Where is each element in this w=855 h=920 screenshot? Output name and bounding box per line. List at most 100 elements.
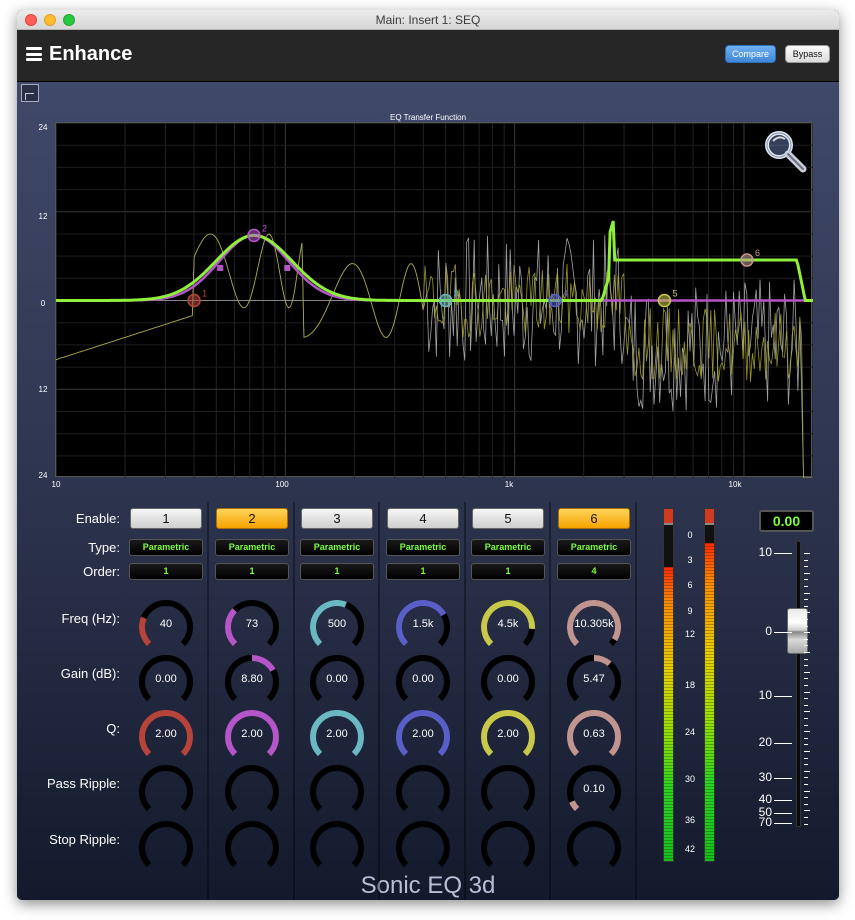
fader-tick (804, 711, 810, 713)
fader-tick (804, 817, 808, 818)
band-6-node[interactable] (740, 253, 754, 267)
band-1-q-value: 2.00 (155, 728, 177, 740)
band-6-gain-knob[interactable]: 5.47 (565, 655, 623, 705)
band-6-order-selector[interactable]: 4 (557, 563, 631, 580)
gain-row-label: Gain (dB): (60, 666, 120, 681)
band-2-gain-knob[interactable]: 8.80 (223, 655, 281, 705)
band-4-node[interactable] (548, 293, 562, 308)
band-2-freq-value: 73 (245, 618, 259, 630)
band-3-freq-value: 500 (327, 618, 347, 630)
band-1-type-selector[interactable]: Parametric (129, 539, 203, 556)
band-4-gain-knob[interactable]: 0.00 (394, 655, 452, 705)
band-5-pass-ripple-knob[interactable] (479, 765, 537, 815)
fader-tick (804, 718, 808, 719)
fader-tick (804, 731, 810, 733)
output-fader-track[interactable] (796, 541, 801, 827)
magnifier-icon[interactable] (761, 127, 807, 173)
band-1-freq-value: 40 (159, 618, 173, 630)
band-2-type-selector[interactable]: Parametric (215, 539, 289, 556)
band-6-pass-ripple-knob[interactable]: 0.10 (565, 765, 623, 815)
band-4-enable-button[interactable]: 4 (387, 508, 459, 529)
band-column-divider (293, 502, 295, 900)
band-3-q-value: 2.00 (326, 728, 348, 740)
band-4-pass-ripple-knob[interactable] (394, 765, 452, 815)
output-fader-handle[interactable] (787, 608, 808, 654)
band-2-gain-value: 8.80 (241, 673, 263, 685)
band-2-order-selector[interactable]: 1 (215, 563, 289, 580)
band-5-stop-ripple-knob[interactable] (479, 821, 537, 871)
fader-tick (804, 698, 808, 700)
band-6-stop-ripple-knob[interactable] (565, 821, 623, 871)
band-1-node[interactable] (187, 293, 201, 308)
type-row-label: Type: (88, 540, 120, 555)
band-6-freq-knob[interactable]: 10.305k (565, 600, 623, 650)
fader-major-tick (774, 743, 792, 744)
meter-scale-label: 12 (684, 629, 695, 639)
band-3-type-selector[interactable]: Parametric (300, 539, 374, 556)
band-3-q-knob[interactable]: 2.00 (308, 710, 366, 760)
window-resize-icon[interactable] (21, 84, 39, 102)
band-3-pass-ripple-knob[interactable] (308, 765, 366, 815)
fader-major-tick (774, 632, 792, 633)
fader-tick (804, 737, 808, 739)
fader-tick (804, 665, 808, 667)
eq-transfer-graph[interactable]: 1 2 3 4 5 6 (55, 122, 813, 478)
band-curve (56, 234, 813, 302)
band-3-enable-button[interactable]: 3 (301, 508, 373, 529)
band-5-q-value: 2.00 (497, 728, 519, 740)
compare-button[interactable]: Compare (725, 45, 776, 63)
band-5-node[interactable] (657, 293, 672, 308)
band-1-gain-knob[interactable]: 0.00 (137, 655, 195, 705)
band-1-pass-ripple-knob[interactable] (137, 765, 195, 815)
band-1-enable-button[interactable]: 1 (130, 508, 202, 529)
band-2-q-knob[interactable]: 2.00 (223, 710, 281, 760)
band-2-handle-left[interactable] (217, 264, 224, 271)
preset-name[interactable]: Enhance (49, 43, 132, 66)
band-5-order-selector[interactable]: 1 (471, 563, 545, 580)
fader-scale-label: 30 (758, 770, 772, 784)
band-2-node[interactable] (247, 228, 261, 243)
meter-scale-label: 30 (684, 774, 695, 784)
band-3-stop-ripple-knob[interactable] (308, 821, 366, 871)
band-4-stop-ripple-knob[interactable] (394, 821, 452, 871)
fader-tick (804, 612, 810, 614)
band-4-freq-knob[interactable]: 1.5k (394, 600, 452, 650)
fader-tick (804, 625, 808, 627)
band-3-order-selector[interactable]: 1 (300, 563, 374, 580)
band-5-freq-knob[interactable]: 4.5k (479, 600, 537, 650)
plugin-body: EQ Transfer Function 24 12 0 12 24 12345… (17, 82, 839, 900)
band-3-node[interactable] (438, 293, 453, 308)
fader-tick (804, 777, 808, 779)
meter-scale-label: 0 (687, 530, 693, 540)
plugin-header: Enhance Compare Bypass (17, 30, 839, 82)
band-2-handle-right[interactable] (284, 264, 291, 271)
band-1-order-selector[interactable]: 1 (129, 563, 203, 580)
band-2-stop-ripple-knob[interactable] (223, 821, 281, 871)
band-1-stop-ripple-knob[interactable] (137, 821, 195, 871)
bypass-button[interactable]: Bypass (785, 45, 830, 63)
band-5-gain-knob[interactable]: 0.00 (479, 655, 537, 705)
output-gain-display[interactable]: 0.00 (759, 510, 814, 532)
eq-sum-curve[interactable] (56, 220, 813, 302)
band-3-gain-knob[interactable]: 0.00 (308, 655, 366, 705)
band-1-q-knob[interactable]: 2.00 (137, 710, 195, 760)
band-2-pass-ripple-knob[interactable] (223, 765, 281, 815)
band-6-q-knob[interactable]: 0.63 (565, 710, 623, 760)
hamburger-menu-icon[interactable] (26, 47, 42, 61)
band-6-enable-button[interactable]: 6 (558, 508, 630, 529)
fader-tick (804, 619, 808, 620)
band-2-enable-button[interactable]: 2 (216, 508, 288, 529)
band-3-freq-knob[interactable]: 500 (308, 600, 366, 650)
meter-scale-label: 42 (684, 844, 695, 854)
band-5-q-knob[interactable]: 2.00 (479, 710, 537, 760)
band-4-order-selector[interactable]: 1 (386, 563, 460, 580)
band-5-enable-button[interactable]: 5 (472, 508, 544, 529)
band-4-q-knob[interactable]: 2.00 (394, 710, 452, 760)
fader-scale-label: 10 (758, 545, 772, 559)
band-1-freq-knob[interactable]: 40 (137, 600, 195, 650)
band-5-type-selector[interactable]: Parametric (471, 539, 545, 556)
eq-curve-canvas[interactable]: 1 2 3 4 5 6 (56, 123, 813, 478)
band-6-type-selector[interactable]: Parametric (557, 539, 631, 556)
band-2-freq-knob[interactable]: 73 (223, 600, 281, 650)
band-4-type-selector[interactable]: Parametric (386, 539, 460, 556)
